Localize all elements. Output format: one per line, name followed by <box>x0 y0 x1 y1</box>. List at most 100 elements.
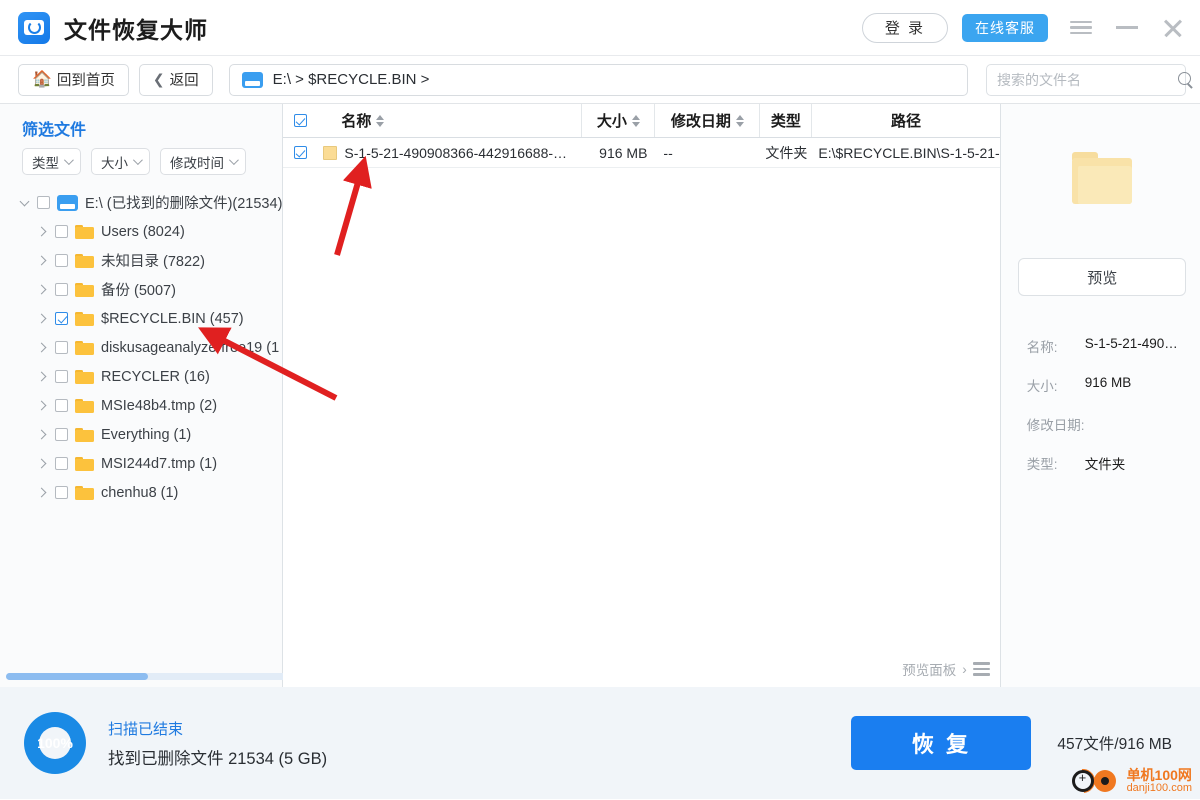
tree-item-checkbox[interactable] <box>55 341 68 354</box>
column-header-size[interactable]: 大小 <box>582 104 656 137</box>
row-type-cell: 文件夹 <box>765 144 808 161</box>
folder-icon <box>75 398 94 413</box>
home-button[interactable]: 🏠 回到首页 <box>18 63 129 96</box>
tree-item[interactable]: chenhu8 (1) <box>0 478 282 507</box>
folder-icon <box>75 311 94 326</box>
chevron-right-icon[interactable] <box>36 313 48 324</box>
tree-item-checkbox[interactable] <box>37 196 50 209</box>
tree-item[interactable]: diskusageanalyzerfree19 (1 <box>0 333 282 362</box>
preview-panel-toggle[interactable]: 预览面板 › <box>902 659 990 679</box>
tree-item-checkbox[interactable] <box>55 254 68 267</box>
tree-item-label: chenhu8 (1) <box>101 484 179 501</box>
column-header-name[interactable]: 名称 <box>317 104 583 137</box>
back-button[interactable]: ❮ 返回 <box>138 63 213 96</box>
tree-item-checkbox[interactable] <box>55 399 68 412</box>
chevron-right-icon[interactable] <box>36 400 48 411</box>
folder-icon <box>75 224 94 239</box>
chevron-right-icon[interactable] <box>36 226 48 237</box>
folder-icon <box>75 340 94 355</box>
progress-percent: 100% <box>37 735 73 751</box>
folder-icon-large <box>1072 152 1133 204</box>
search-input[interactable] <box>997 71 1178 88</box>
chevron-left-icon: ❮ <box>152 71 165 87</box>
breadcrumb[interactable]: E:\ > $RECYCLE.BIN > <box>228 63 968 96</box>
close-icon[interactable] <box>1160 15 1186 41</box>
preview-field-key: 类型: <box>1026 457 1058 472</box>
search-icon[interactable] <box>1178 72 1193 87</box>
tree-item[interactable]: RECYCLER (16) <box>0 362 282 391</box>
progress-ring: 100% <box>24 712 86 774</box>
folder-icon <box>75 456 94 471</box>
preview-metadata: 名称: S-1-5-21-490… 大小: 916 MB 修改日期: 类型: 文件夹 <box>1001 336 1200 492</box>
online-service-button[interactable]: 在线客服 <box>962 13 1048 42</box>
chevron-right-icon[interactable] <box>36 458 48 469</box>
column-label-date: 修改日期 <box>670 113 731 130</box>
minimize-icon[interactable] <box>1114 15 1140 41</box>
folder-tree: E:\ (已找到的删除文件)(21534) Users (8024) 未知目录 (7… <box>0 185 282 687</box>
tree-item-checkbox[interactable] <box>55 457 68 470</box>
sort-icon <box>376 114 385 127</box>
preview-field-value: 916 MB <box>1084 375 1132 390</box>
column-label-type: 类型 <box>770 113 801 130</box>
tree-item[interactable]: $RECYCLE.BIN (457) <box>0 304 282 333</box>
preview-field-value: 文件夹 <box>1084 457 1126 472</box>
preview-field-value: S-1-5-21-490… <box>1084 336 1178 351</box>
filter-title: 筛选文件 <box>22 122 87 139</box>
preview-button[interactable]: 预览 <box>1018 258 1187 296</box>
tree-item[interactable]: Users (8024) <box>0 217 282 246</box>
main-body: 筛选文件 类型 大小 修改时间 E:\ (已找到的删除文件)(21534) Use… <box>0 104 1200 687</box>
sidebar-horizontal-scrollbar[interactable] <box>6 673 292 680</box>
tree-item[interactable]: MSIe48b4.tmp (2) <box>0 391 282 420</box>
chevron-right-icon: › <box>962 661 967 677</box>
select-all-checkbox[interactable] <box>283 104 317 137</box>
tree-item[interactable]: MSI244d7.tmp (1) <box>0 449 282 478</box>
tree-item-checkbox[interactable] <box>55 283 68 296</box>
search-box[interactable] <box>986 63 1191 96</box>
column-header-path[interactable]: 路径 <box>812 104 999 137</box>
tree-item[interactable]: 备份 (5007) <box>0 275 282 304</box>
column-label-size: 大小 <box>596 113 627 130</box>
row-checkbox[interactable] <box>283 146 317 159</box>
preview-field: 类型: 文件夹 <box>1027 453 1178 473</box>
chevron-right-icon[interactable] <box>36 371 48 382</box>
row-name-text: S-1-5-21-490908366-442916688-… <box>344 144 568 161</box>
tree-item-checkbox[interactable] <box>55 225 68 238</box>
drive-icon <box>241 71 263 88</box>
scan-detail: 找到已删除文件 21534 (5 GB) <box>108 749 328 768</box>
chevron-right-icon[interactable] <box>36 487 48 498</box>
folder-icon <box>75 369 94 384</box>
column-header-date[interactable]: 修改日期 <box>655 104 761 137</box>
recover-button[interactable]: 恢 复 <box>851 716 1032 770</box>
hamburger-icon[interactable] <box>1068 15 1094 41</box>
filter-type-dropdown[interactable]: 类型 <box>22 148 81 175</box>
watermark-site-url: danji100.com <box>1126 781 1192 794</box>
status-bar: 100% 扫描已结束 找到已删除文件 21534 (5 GB) 恢 复 457文… <box>0 687 1200 799</box>
chevron-right-icon[interactable] <box>36 284 48 295</box>
tree-item[interactable]: 未知目录 (7822) <box>0 246 282 275</box>
preview-field: 修改日期: <box>1027 414 1178 434</box>
login-button[interactable]: 登 录 <box>861 12 948 43</box>
filter-date-dropdown[interactable]: 修改时间 <box>160 148 246 175</box>
chevron-down-icon[interactable] <box>18 196 30 206</box>
filter-size-dropdown[interactable]: 大小 <box>91 148 150 175</box>
chevron-right-icon[interactable] <box>36 255 48 266</box>
sort-icon <box>631 114 640 127</box>
tree-item-checkbox[interactable] <box>55 486 68 499</box>
tree-item[interactable]: Everything (1) <box>0 420 282 449</box>
chevron-right-icon[interactable] <box>36 429 48 440</box>
preview-panel: 预览 名称: S-1-5-21-490… 大小: 916 MB 修改日期: 类型: 文件夹 <box>1000 104 1200 687</box>
tree-item-checkbox[interactable] <box>55 312 68 325</box>
table-row[interactable]: S-1-5-21-490908366-442916688-… 916 MB -- 文件… <box>283 138 1000 168</box>
tree-item-label: Everything (1) <box>101 426 192 443</box>
chevron-right-icon[interactable] <box>36 342 48 353</box>
tree-item-checkbox[interactable] <box>55 370 68 383</box>
column-header-type[interactable]: 类型 <box>760 104 813 137</box>
tree-item[interactable]: E:\ (已找到的删除文件)(21534) <box>0 188 282 217</box>
sidebar: 筛选文件 类型 大小 修改时间 E:\ (已找到的删除文件)(21534) Use… <box>0 104 292 687</box>
disk-recovery-icon <box>24 20 44 35</box>
home-button-label: 回到首页 <box>56 73 115 89</box>
preview-field-key: 名称: <box>1026 340 1058 355</box>
table-header: 名称 大小 修改日期 类型 路径 <box>283 104 1000 138</box>
tree-item-label: 未知目录 (7822) <box>101 254 205 270</box>
tree-item-checkbox[interactable] <box>55 428 68 441</box>
